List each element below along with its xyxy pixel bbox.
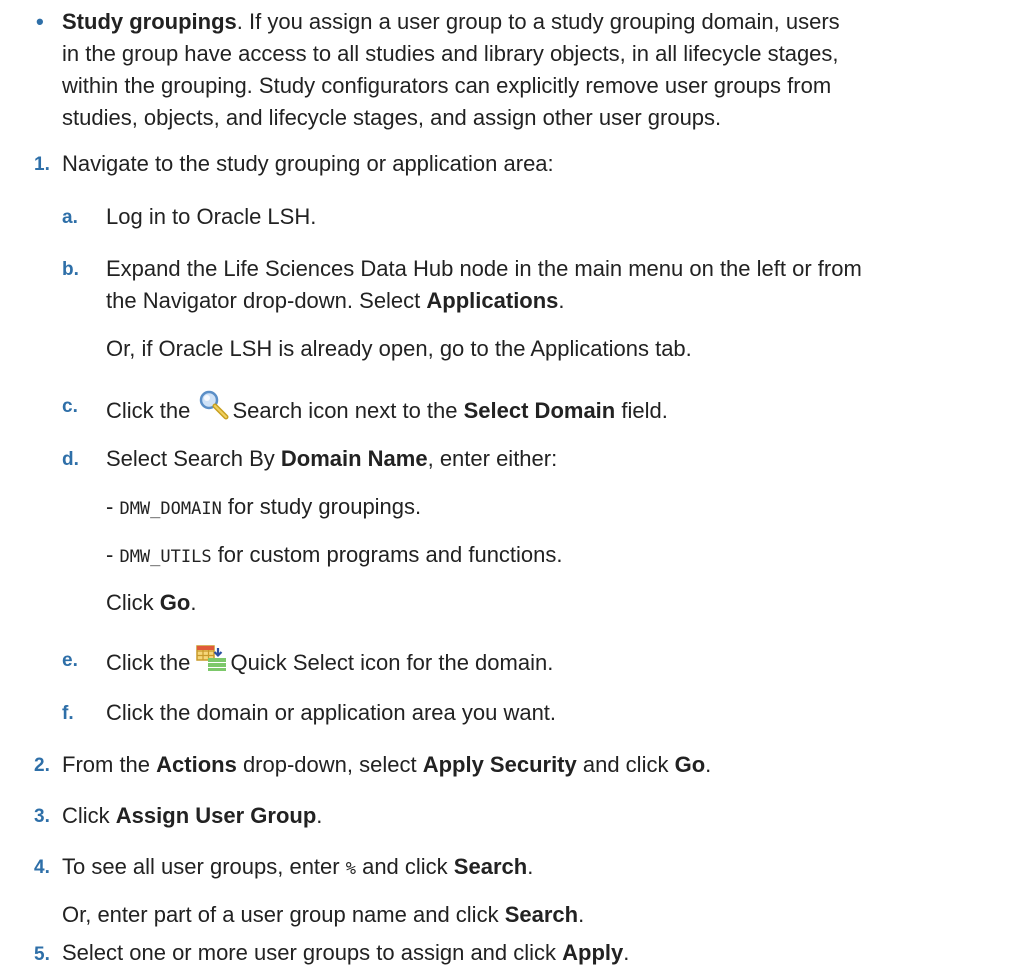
text: Click the: [106, 650, 197, 675]
option-utils: - DMW_UTILS for custom programs and func…: [106, 539, 563, 573]
dash: -: [106, 494, 120, 519]
substep-b-line-1: Expand the Life Sciences Data Hub node i…: [106, 256, 862, 281]
text: .: [558, 288, 565, 313]
documentation-page: • Study groupings. If you assign a user …: [0, 0, 1024, 969]
text: for custom programs and functions.: [211, 542, 563, 567]
step-2-text: From the Actions drop-down, select Apply…: [62, 749, 711, 781]
text: .: [316, 803, 323, 828]
substep-letter: d.: [62, 449, 79, 470]
dash: -: [106, 542, 120, 567]
code-percent: %: [345, 859, 356, 879]
text: field.: [615, 398, 668, 423]
text: Click: [106, 590, 160, 615]
substep-f-text: Click the domain or application area you…: [106, 700, 557, 725]
search-label: Search: [453, 854, 528, 879]
text: and click: [355, 854, 454, 879]
actions-label: Actions: [156, 752, 237, 777]
magnifier-search-icon: [196, 390, 230, 429]
apply-label: Apply: [562, 940, 624, 965]
step-5-text: Select one or more user groups to assign…: [62, 937, 629, 969]
click-go-line: Click Go.: [106, 587, 196, 619]
text: Click the: [106, 398, 197, 423]
intro-title: Study groupings: [62, 9, 237, 34]
code-dmw-domain: DMW_DOMAIN: [119, 499, 222, 519]
step-3-text: Click Assign User Group.: [62, 800, 322, 832]
substep-d-text: Select Search By Domain Name, enter eith…: [106, 443, 557, 475]
text: .: [705, 752, 712, 777]
step-number: 5.: [34, 944, 50, 965]
substep-b-line-2: the Navigator drop-down. Select Applicat…: [106, 285, 565, 317]
step-number: 4.: [34, 857, 50, 878]
step-number: 1.: [34, 154, 50, 175]
intro-line-3: within the grouping. Study configurators…: [62, 73, 832, 98]
text: .: [527, 854, 534, 879]
option-domain: - DMW_DOMAIN for study groupings.: [106, 491, 421, 525]
text: and click: [576, 752, 675, 777]
text: .: [578, 902, 585, 927]
text: .: [623, 940, 630, 965]
search-label: Search: [504, 902, 579, 927]
assign-user-group-label: Assign User Group: [115, 803, 317, 828]
text: To see all user groups, enter: [62, 854, 346, 879]
substep-a-text: Log in to Oracle LSH.: [106, 204, 317, 229]
step-4-note: Or, enter part of a user group name and …: [62, 899, 584, 931]
text: Or, enter part of a user group name and …: [62, 902, 505, 927]
code-dmw-utils: DMW_UTILS: [119, 547, 212, 567]
substep-letter: a.: [62, 207, 78, 228]
text: Click: [62, 803, 116, 828]
apply-security-label: Apply Security: [422, 752, 577, 777]
applications-label: Applications: [426, 288, 559, 313]
intro-line-2: in the group have access to all studies …: [62, 41, 839, 66]
step-1-text: Navigate to the study grouping or applic…: [62, 151, 554, 176]
step-number: 2.: [34, 755, 50, 776]
substep-b-note: Or, if Oracle LSH is already open, go to…: [106, 336, 692, 361]
select-domain-label: Select Domain: [463, 398, 616, 423]
text: Select one or more user groups to assign…: [62, 940, 563, 965]
substep-c-text: Click the Search icon next to the Select…: [106, 390, 668, 429]
text: Search icon next to the: [232, 398, 464, 423]
substep-letter: c.: [62, 396, 78, 417]
substep-letter: f.: [62, 703, 74, 724]
intro-line-4: studies, objects, and lifecycle stages, …: [62, 105, 722, 130]
step-4-text: To see all user groups, enter % and clic…: [62, 851, 533, 885]
substep-letter: e.: [62, 650, 78, 671]
go-label: Go: [159, 590, 191, 615]
text: , enter either:: [427, 446, 558, 471]
go-label: Go: [674, 752, 706, 777]
intro-line-1: Study groupings. If you assign a user gr…: [62, 6, 840, 38]
step-number: 3.: [34, 806, 50, 827]
text: Quick Select icon for the domain.: [230, 650, 554, 675]
quick-select-table-icon: [196, 644, 228, 681]
text: for study groupings.: [221, 494, 422, 519]
substep-e-text: Click the Quick Select icon for the doma…: [106, 644, 553, 681]
list-bullet: •: [36, 9, 44, 34]
text: .: [190, 590, 197, 615]
text: drop-down, select: [236, 752, 423, 777]
intro-text: . If you assign a user group to a study …: [236, 9, 840, 34]
domain-name-label: Domain Name: [280, 446, 428, 471]
text: Select Search By: [106, 446, 281, 471]
text: From the: [62, 752, 157, 777]
text: the Navigator drop-down. Select: [106, 288, 427, 313]
substep-letter: b.: [62, 259, 79, 280]
